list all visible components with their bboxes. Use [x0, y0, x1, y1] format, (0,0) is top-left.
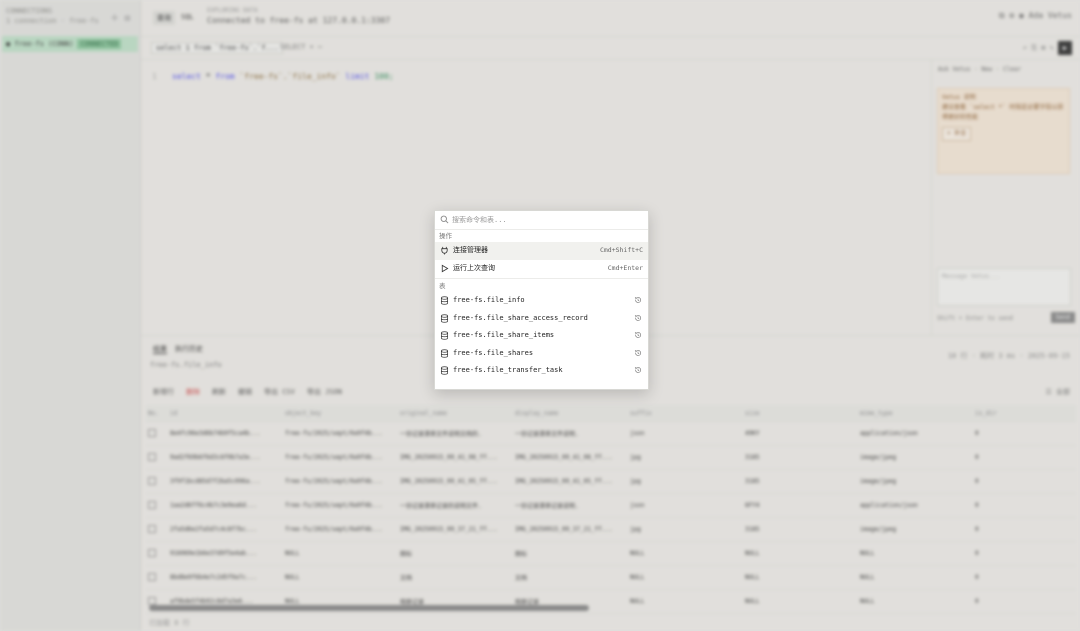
group-label-tables: 表 [439, 282, 446, 290]
palette-item-label: free-fs.file_transfer_task [453, 366, 563, 374]
shortcut-hint: Cmd+Shift+C [599, 246, 643, 254]
palette-item-table[interactable]: free-fs.file_share_items [435, 327, 648, 345]
palette-item-label: free-fs.file_info [453, 296, 525, 304]
database-icon [440, 313, 449, 323]
shortcut-hint: Cmd+Enter [607, 263, 643, 272]
history-icon [634, 297, 642, 303]
command-palette: 搜索命令和表... 操作 连接管理器 Cmd+Shift+C 运行上次查询 Cm… [434, 210, 649, 390]
palette-item-label: free-fs.file_shares [453, 348, 534, 357]
history-icon [634, 367, 642, 373]
database-icon [440, 366, 449, 375]
palette-item-label: 运行上次查询 [453, 263, 495, 272]
palette-search[interactable]: 搜索命令和表... [435, 211, 648, 230]
database-icon [440, 296, 449, 305]
search-input[interactable]: 搜索命令和表... [452, 215, 507, 225]
history-icon [634, 314, 642, 321]
palette-item-run-last-query[interactable]: 运行上次查询 Cmd+Enter [435, 260, 648, 278]
divider [435, 278, 648, 279]
search-icon [440, 215, 449, 224]
plug-icon [441, 246, 448, 255]
play-icon [441, 264, 449, 272]
palette-item-table[interactable]: free-fs.file_info [435, 292, 648, 310]
palette-item-label: 连接管理器 [453, 246, 488, 254]
database-icon [440, 331, 449, 340]
palette-item-connection-manager[interactable]: 连接管理器 Cmd+Shift+C [435, 242, 648, 260]
palette-item-label: free-fs.file_share_items [453, 331, 555, 339]
database-icon [440, 348, 449, 358]
group-label-actions: 操作 [439, 232, 452, 240]
palette-item-label: free-fs.file_share_access_record [453, 313, 588, 322]
palette-item-table[interactable]: free-fs.file_shares [435, 345, 648, 363]
history-icon [634, 349, 642, 356]
palette-item-table[interactable]: free-fs.file_share_access_record [435, 310, 648, 328]
palette-item-table[interactable]: free-fs.file_transfer_task [435, 362, 648, 380]
palette-table-list: free-fs.file_info free-fs.file_share_acce… [435, 292, 648, 380]
history-icon [634, 332, 642, 338]
